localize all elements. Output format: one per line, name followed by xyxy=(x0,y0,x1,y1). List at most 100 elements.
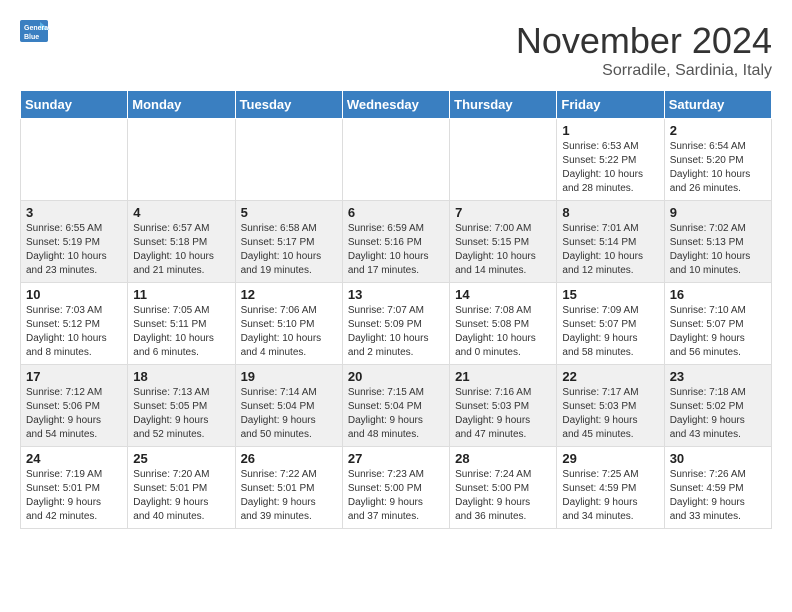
day-header-sunday: Sunday xyxy=(21,91,128,119)
day-number: 15 xyxy=(562,287,658,302)
day-number: 14 xyxy=(455,287,551,302)
cell-details: Sunrise: 6:58 AM Sunset: 5:17 PM Dayligh… xyxy=(241,222,337,278)
cell-details: Sunrise: 7:16 AM Sunset: 5:03 PM Dayligh… xyxy=(455,386,551,442)
day-header-monday: Monday xyxy=(128,91,235,119)
calendar-week-4: 17 Sunrise: 7:12 AM Sunset: 5:06 PM Dayli… xyxy=(21,365,772,447)
header-row: SundayMondayTuesdayWednesdayThursdayFrid… xyxy=(21,91,772,119)
calendar-cell: 11 Sunrise: 7:05 AM Sunset: 5:11 PM Dayli… xyxy=(128,283,235,365)
day-number: 2 xyxy=(670,123,766,138)
day-number: 27 xyxy=(348,451,444,466)
calendar-week-3: 10Sunrise: 7:03 AM Sunset: 5:12 PM Dayli… xyxy=(21,283,772,365)
day-number: 29 xyxy=(562,451,658,466)
calendar-cell: 7 Sunrise: 7:00 AM Sunset: 5:15 PM Daylig… xyxy=(450,201,557,283)
day-header-saturday: Saturday xyxy=(664,91,771,119)
day-number: 1 xyxy=(562,123,658,138)
day-number: 7 xyxy=(455,205,551,220)
calendar-cell: 30Sunrise: 7:26 AM Sunset: 4:59 PM Dayli… xyxy=(664,447,771,529)
day-number: 12 xyxy=(241,287,337,302)
calendar-cell xyxy=(450,119,557,201)
logo-icon: General Blue xyxy=(20,20,50,44)
day-number: 20 xyxy=(348,369,444,384)
day-header-tuesday: Tuesday xyxy=(235,91,342,119)
page-header: General Blue November 2024 Sorradile, Sa… xyxy=(20,20,772,80)
calendar-cell: 23 Sunrise: 7:18 AM Sunset: 5:02 PM Dayli… xyxy=(664,365,771,447)
calendar-cell xyxy=(128,119,235,201)
day-number: 30 xyxy=(670,451,766,466)
calendar-cell: 14 Sunrise: 7:08 AM Sunset: 5:08 PM Dayli… xyxy=(450,283,557,365)
day-header-wednesday: Wednesday xyxy=(342,91,449,119)
calendar-cell xyxy=(21,119,128,201)
calendar-cell: 4 Sunrise: 6:57 AM Sunset: 5:18 PM Daylig… xyxy=(128,201,235,283)
calendar-header: SundayMondayTuesdayWednesdayThursdayFrid… xyxy=(21,91,772,119)
title-block: November 2024 Sorradile, Sardinia, Italy xyxy=(516,20,772,80)
calendar-cell: 8Sunrise: 7:01 AM Sunset: 5:14 PM Daylig… xyxy=(557,201,664,283)
calendar-cell: 3 Sunrise: 6:55 AM Sunset: 5:19 PM Daylig… xyxy=(21,201,128,283)
calendar-cell: 20 Sunrise: 7:15 AM Sunset: 5:04 PM Dayli… xyxy=(342,365,449,447)
calendar-cell: 1Sunrise: 6:53 AM Sunset: 5:22 PM Daylig… xyxy=(557,119,664,201)
cell-details: Sunrise: 7:20 AM Sunset: 5:01 PM Dayligh… xyxy=(133,468,229,524)
cell-details: Sunrise: 6:57 AM Sunset: 5:18 PM Dayligh… xyxy=(133,222,229,278)
calendar-cell: 26 Sunrise: 7:22 AM Sunset: 5:01 PM Dayli… xyxy=(235,447,342,529)
cell-details: Sunrise: 7:08 AM Sunset: 5:08 PM Dayligh… xyxy=(455,304,551,360)
day-number: 8 xyxy=(562,205,658,220)
calendar-cell: 2 Sunrise: 6:54 AM Sunset: 5:20 PM Daylig… xyxy=(664,119,771,201)
day-number: 6 xyxy=(348,205,444,220)
calendar-cell: 9 Sunrise: 7:02 AM Sunset: 5:13 PM Daylig… xyxy=(664,201,771,283)
day-header-friday: Friday xyxy=(557,91,664,119)
calendar-cell: 12Sunrise: 7:06 AM Sunset: 5:10 PM Dayli… xyxy=(235,283,342,365)
calendar-cell: 18 Sunrise: 7:13 AM Sunset: 5:05 PM Dayli… xyxy=(128,365,235,447)
cell-details: Sunrise: 7:12 AM Sunset: 5:06 PM Dayligh… xyxy=(26,386,122,442)
cell-details: Sunrise: 7:19 AM Sunset: 5:01 PM Dayligh… xyxy=(26,468,122,524)
day-number: 10 xyxy=(26,287,122,302)
day-number: 28 xyxy=(455,451,551,466)
day-number: 22 xyxy=(562,369,658,384)
cell-details: Sunrise: 7:18 AM Sunset: 5:02 PM Dayligh… xyxy=(670,386,766,442)
calendar-week-1: 1Sunrise: 6:53 AM Sunset: 5:22 PM Daylig… xyxy=(21,119,772,201)
calendar-cell: 25 Sunrise: 7:20 AM Sunset: 5:01 PM Dayli… xyxy=(128,447,235,529)
cell-details: Sunrise: 7:13 AM Sunset: 5:05 PM Dayligh… xyxy=(133,386,229,442)
calendar-cell: 29Sunrise: 7:25 AM Sunset: 4:59 PM Dayli… xyxy=(557,447,664,529)
cell-details: Sunrise: 6:59 AM Sunset: 5:16 PM Dayligh… xyxy=(348,222,444,278)
day-number: 4 xyxy=(133,205,229,220)
cell-details: Sunrise: 7:02 AM Sunset: 5:13 PM Dayligh… xyxy=(670,222,766,278)
cell-details: Sunrise: 6:54 AM Sunset: 5:20 PM Dayligh… xyxy=(670,140,766,196)
cell-details: Sunrise: 7:17 AM Sunset: 5:03 PM Dayligh… xyxy=(562,386,658,442)
svg-text:Blue: Blue xyxy=(24,34,39,41)
cell-details: Sunrise: 7:23 AM Sunset: 5:00 PM Dayligh… xyxy=(348,468,444,524)
calendar-cell: 27 Sunrise: 7:23 AM Sunset: 5:00 PM Dayli… xyxy=(342,447,449,529)
calendar-cell: 15Sunrise: 7:09 AM Sunset: 5:07 PM Dayli… xyxy=(557,283,664,365)
calendar-cell: 22 Sunrise: 7:17 AM Sunset: 5:03 PM Dayli… xyxy=(557,365,664,447)
day-number: 25 xyxy=(133,451,229,466)
calendar-week-2: 3 Sunrise: 6:55 AM Sunset: 5:19 PM Daylig… xyxy=(21,201,772,283)
day-number: 26 xyxy=(241,451,337,466)
cell-details: Sunrise: 7:07 AM Sunset: 5:09 PM Dayligh… xyxy=(348,304,444,360)
day-number: 3 xyxy=(26,205,122,220)
day-number: 24 xyxy=(26,451,122,466)
day-number: 21 xyxy=(455,369,551,384)
cell-details: Sunrise: 7:05 AM Sunset: 5:11 PM Dayligh… xyxy=(133,304,229,360)
calendar-body: 1Sunrise: 6:53 AM Sunset: 5:22 PM Daylig… xyxy=(21,119,772,529)
calendar-cell: 17 Sunrise: 7:12 AM Sunset: 5:06 PM Dayli… xyxy=(21,365,128,447)
svg-text:General: General xyxy=(24,25,50,32)
logo: General Blue xyxy=(20,20,50,44)
cell-details: Sunrise: 7:22 AM Sunset: 5:01 PM Dayligh… xyxy=(241,468,337,524)
cell-details: Sunrise: 6:55 AM Sunset: 5:19 PM Dayligh… xyxy=(26,222,122,278)
cell-details: Sunrise: 7:10 AM Sunset: 5:07 PM Dayligh… xyxy=(670,304,766,360)
day-number: 11 xyxy=(133,287,229,302)
day-number: 17 xyxy=(26,369,122,384)
location-subtitle: Sorradile, Sardinia, Italy xyxy=(516,62,772,80)
day-number: 13 xyxy=(348,287,444,302)
calendar-cell: 28 Sunrise: 7:24 AM Sunset: 5:00 PM Dayli… xyxy=(450,447,557,529)
cell-details: Sunrise: 7:14 AM Sunset: 5:04 PM Dayligh… xyxy=(241,386,337,442)
calendar-cell: 21 Sunrise: 7:16 AM Sunset: 5:03 PM Dayli… xyxy=(450,365,557,447)
day-number: 23 xyxy=(670,369,766,384)
day-number: 5 xyxy=(241,205,337,220)
day-number: 9 xyxy=(670,205,766,220)
cell-details: Sunrise: 7:24 AM Sunset: 5:00 PM Dayligh… xyxy=(455,468,551,524)
cell-details: Sunrise: 7:15 AM Sunset: 5:04 PM Dayligh… xyxy=(348,386,444,442)
day-number: 16 xyxy=(670,287,766,302)
calendar-cell: 10Sunrise: 7:03 AM Sunset: 5:12 PM Dayli… xyxy=(21,283,128,365)
cell-details: Sunrise: 7:00 AM Sunset: 5:15 PM Dayligh… xyxy=(455,222,551,278)
day-number: 18 xyxy=(133,369,229,384)
calendar-cell xyxy=(235,119,342,201)
